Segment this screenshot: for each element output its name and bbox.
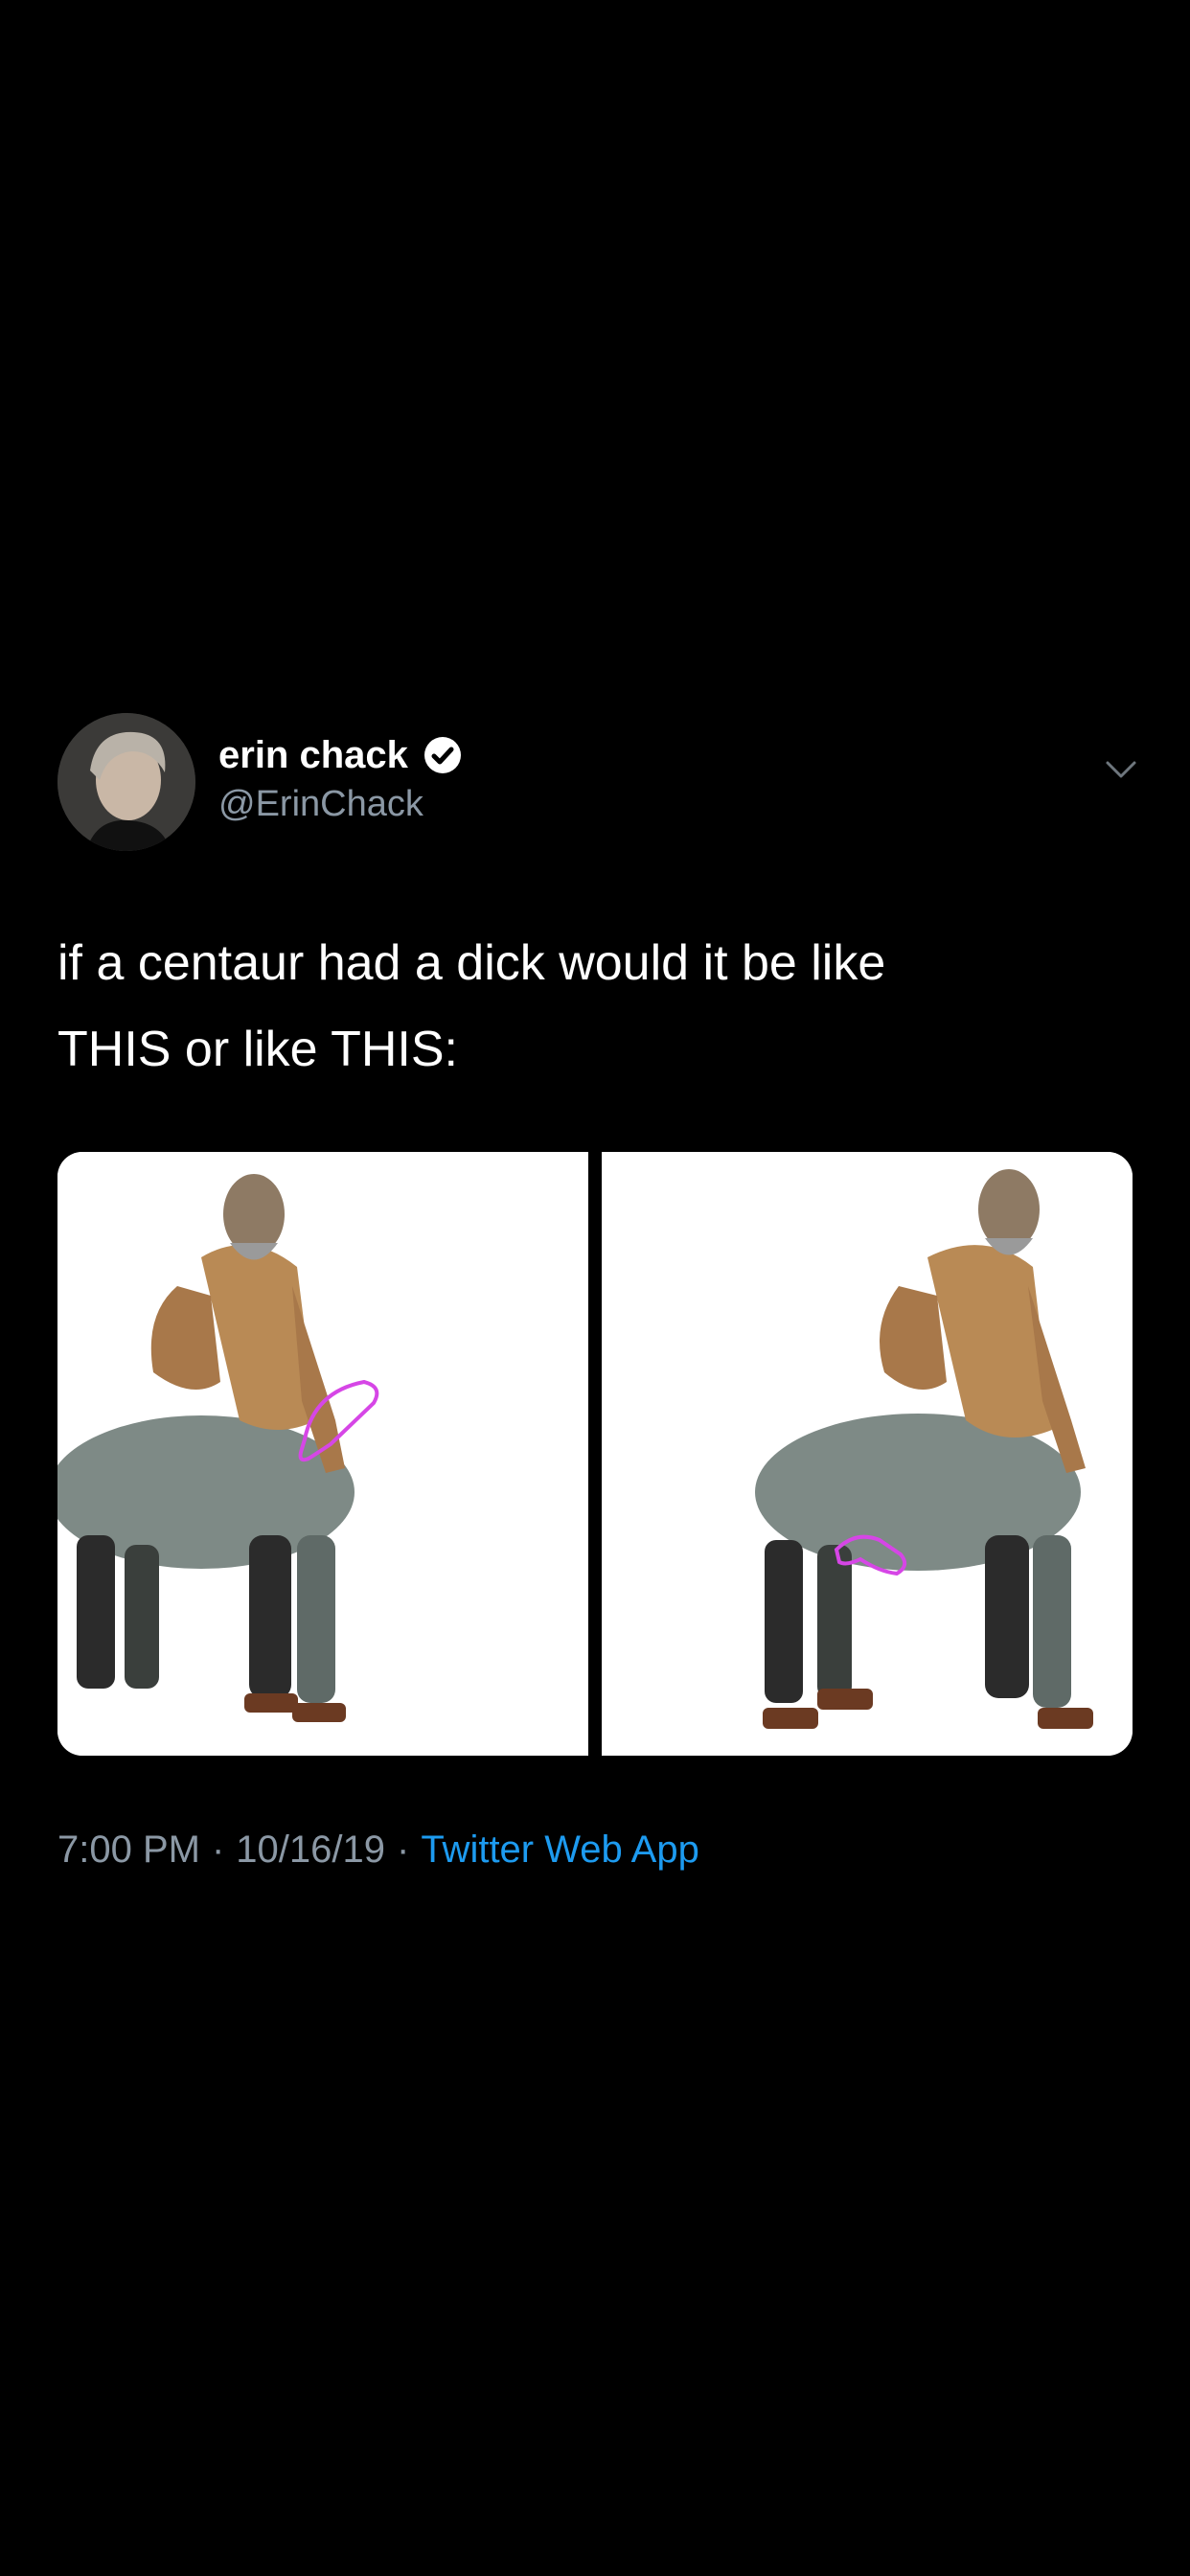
centaur-image-right[interactable] bbox=[602, 1152, 1133, 1756]
centaur-figure-left bbox=[57, 1152, 588, 1756]
meta-separator: · bbox=[211, 1828, 225, 1871]
display-name[interactable]: erin chack bbox=[218, 736, 408, 774]
tweet-date[interactable]: 10/16/19 bbox=[236, 1830, 385, 1869]
tweet-time[interactable]: 7:00 PM bbox=[57, 1830, 200, 1869]
tweet-source-link[interactable]: Twitter Web App bbox=[421, 1830, 699, 1869]
centaur-figure-right bbox=[602, 1152, 1133, 1756]
avatar-image bbox=[57, 713, 195, 851]
centaur-image-left[interactable] bbox=[57, 1152, 588, 1756]
media-grid bbox=[57, 1152, 1133, 1756]
verified-badge-icon bbox=[422, 734, 464, 776]
author-name-row[interactable]: erin chack bbox=[218, 734, 464, 776]
chevron-down-icon[interactable] bbox=[1100, 748, 1142, 790]
meta-separator: · bbox=[397, 1828, 410, 1871]
handle[interactable]: @ErinChack bbox=[218, 786, 423, 822]
tweet-text: if a centaur had a dick would it be like… bbox=[57, 935, 886, 1077]
tweet-meta: 7:00 PM · 10/16/19 · Twitter Web App bbox=[57, 1830, 699, 1869]
avatar[interactable] bbox=[57, 713, 195, 851]
